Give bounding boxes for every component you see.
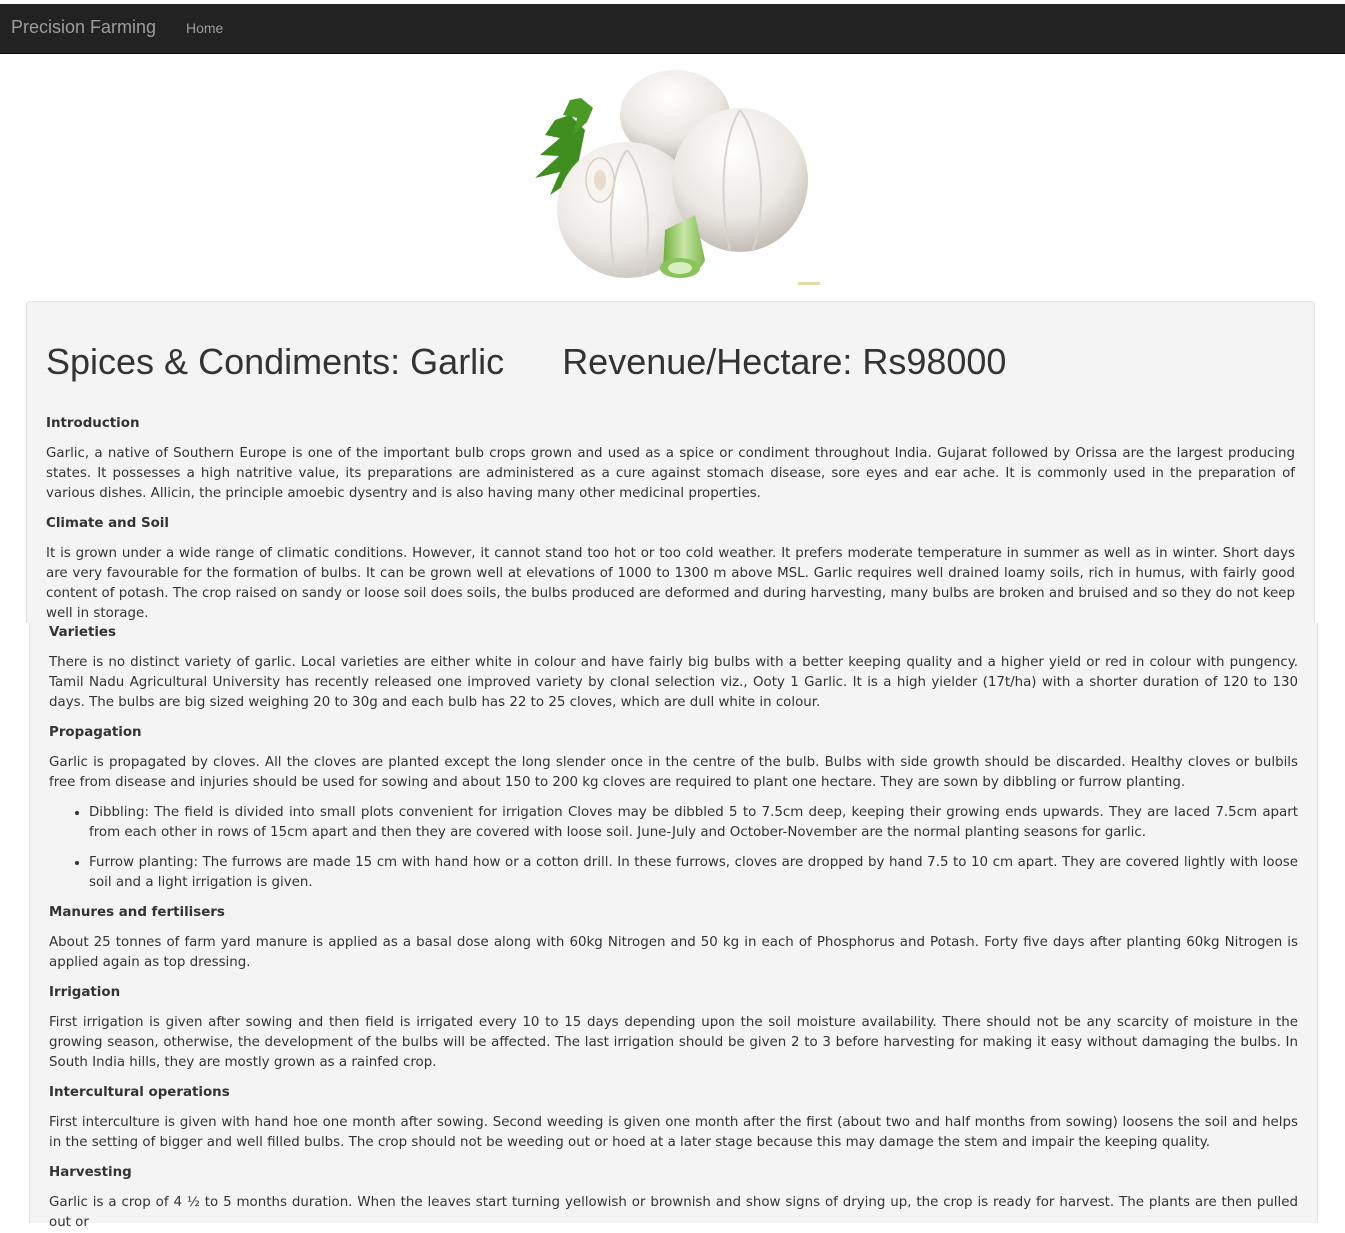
harvesting-heading: Harvesting <box>49 1165 132 1180</box>
nav-home-link[interactable]: Home <box>186 20 223 36</box>
crop-details-panel: Varieties There is no distinct variety o… <box>29 623 1318 1230</box>
harvesting-text: Garlic is a crop of 4 ½ to 5 months dura… <box>49 1195 1298 1230</box>
list-item: Furrow planting: The furrows are made 15… <box>89 853 1298 893</box>
introduction-heading: Introduction <box>46 416 140 431</box>
intercultural-text: First interculture is given with hand ho… <box>49 1115 1298 1150</box>
manures-text: About 25 tonnes of farm yard manure is a… <box>49 935 1298 970</box>
varieties-text: There is no distinct variety of garlic. … <box>49 655 1298 710</box>
irrigation-heading: Irrigation <box>49 985 121 1000</box>
crop-info-panel: Spices & Condiments: Garlic Revenue/Hecta… <box>26 301 1315 623</box>
climate-heading: Climate and Soil <box>46 516 169 531</box>
climate-text: It is grown under a wide range of climat… <box>46 546 1295 621</box>
propagation-list: Dibbling: The field is divided into smal… <box>49 803 1298 893</box>
varieties-heading: Varieties <box>49 625 116 640</box>
irrigation-text: First irrigation is given after sowing a… <box>49 1015 1298 1070</box>
brand-link[interactable]: Precision Farming <box>11 17 156 38</box>
propagation-heading: Propagation <box>49 725 142 740</box>
category-title: Spices & Condiments: Garlic <box>46 341 505 382</box>
introduction-text: Garlic, a native of Southern Europe is o… <box>46 446 1295 501</box>
propagation-text: Garlic is propagated by cloves. All the … <box>49 755 1298 790</box>
garlic-illustration <box>535 70 820 285</box>
garlic-image <box>515 60 825 290</box>
navbar: Precision Farming Home <box>0 4 1345 54</box>
page-title: Spices & Condiments: Garlic Revenue/Hecta… <box>46 339 1295 385</box>
manures-heading: Manures and fertilisers <box>49 905 225 920</box>
revenue-title: Revenue/Hectare: Rs98000 <box>562 341 1007 382</box>
list-item: Dibbling: The field is divided into smal… <box>89 803 1298 843</box>
intercultural-heading: Intercultural operations <box>49 1085 230 1100</box>
